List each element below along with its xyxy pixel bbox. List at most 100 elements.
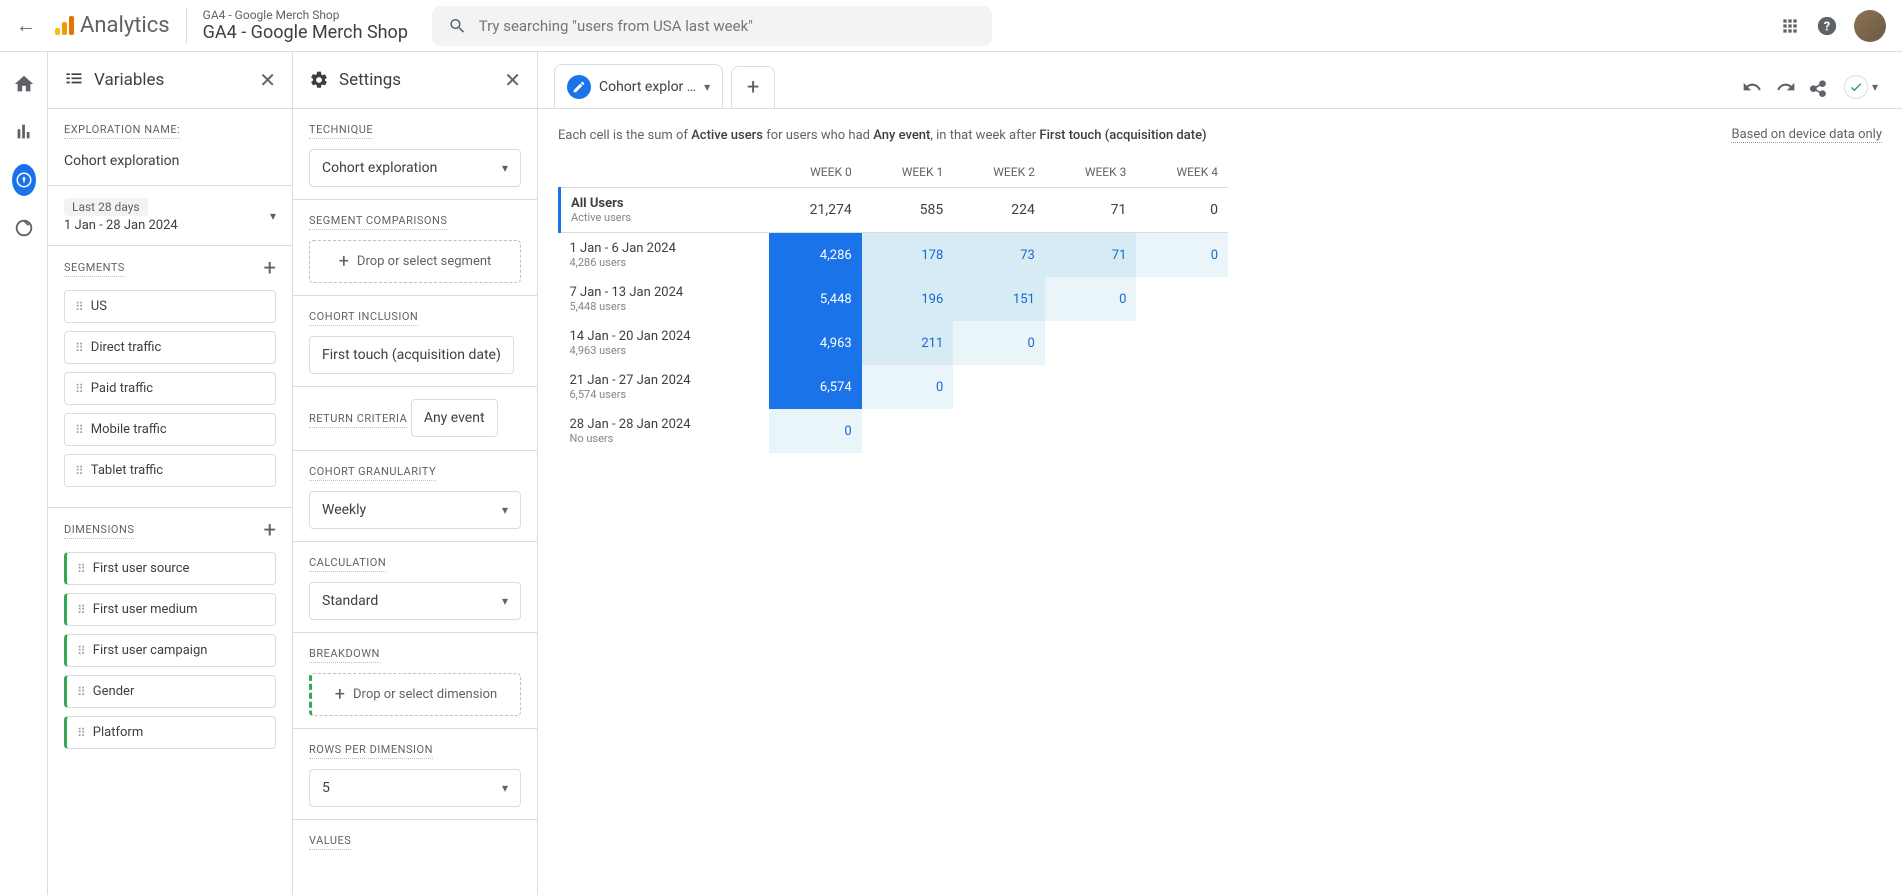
cohort-cell	[1136, 365, 1228, 409]
analytics-logo-icon	[52, 14, 76, 38]
table-row: 21 Jan - 27 Jan 20246,574 users6,5740	[560, 365, 1229, 409]
user-avatar[interactable]	[1854, 10, 1886, 42]
dimension-chip[interactable]: ⠿ First user medium	[64, 593, 276, 626]
drag-handle-icon: ⠿	[77, 644, 85, 658]
technique-select[interactable]: Cohort exploration ▾	[309, 149, 521, 187]
granularity-select[interactable]: Weekly ▾	[309, 491, 521, 529]
dimension-chip[interactable]: ⠿ First user campaign	[64, 634, 276, 667]
row-title: 14 Jan - 20 Jan 2024	[570, 329, 760, 344]
segment-chip-label: Direct traffic	[91, 340, 162, 355]
table-row: 14 Jan - 20 Jan 20244,963 users4,9632110	[560, 321, 1229, 365]
chevron-down-icon: ▾	[502, 781, 508, 795]
row-sub: 4,286 users	[570, 256, 760, 269]
cohort-inclusion-value[interactable]: First touch (acquisition date)	[309, 336, 514, 374]
cohort-cell	[953, 365, 1045, 409]
drag-handle-icon: ⠿	[75, 341, 83, 355]
dimension-chip-label: First user medium	[93, 602, 198, 617]
close-variables-button[interactable]: ✕	[259, 68, 276, 92]
calculation-select[interactable]: Standard ▾	[309, 582, 521, 620]
variables-icon	[64, 70, 84, 90]
product-logo[interactable]: Analytics	[52, 13, 170, 38]
share-icon[interactable]	[1810, 77, 1830, 97]
cohort-cell	[1136, 409, 1228, 453]
return-criteria-value[interactable]: Any event	[411, 399, 498, 437]
dimension-chip[interactable]: ⠿Gender	[64, 675, 276, 708]
header-actions: ?	[1780, 10, 1886, 42]
add-dimension-button[interactable]: +	[264, 520, 276, 542]
granularity-label: COHORT GRANULARITY	[309, 465, 436, 481]
nav-reports-icon[interactable]	[12, 120, 36, 144]
nav-advertising-icon[interactable]	[12, 216, 36, 240]
close-settings-button[interactable]: ✕	[504, 68, 521, 92]
exploration-name-input[interactable]: Cohort exploration	[64, 149, 276, 173]
status-ok-icon[interactable]	[1844, 75, 1868, 99]
property-selector[interactable]: GA4 - Google Merch Shop GA4 - Google Mer…	[186, 8, 408, 43]
chevron-down-icon: ▾	[270, 209, 276, 223]
segment-comparisons-label: SEGMENT COMPARISONS	[309, 214, 447, 230]
drag-handle-icon: ⠿	[77, 726, 85, 740]
row-title: 1 Jan - 6 Jan 2024	[570, 241, 760, 256]
pencil-icon	[567, 75, 591, 99]
segment-chip[interactable]: ⠿ Direct traffic	[64, 331, 276, 364]
cohort-cell: 196	[862, 277, 954, 321]
chevron-down-icon: ▾	[502, 161, 508, 175]
cohort-inclusion-label: COHORT INCLUSION	[309, 310, 418, 326]
granularity-value: Weekly	[322, 502, 366, 518]
cohort-table: WEEK 0WEEK 1WEEK 2WEEK 3WEEK 4 All Users…	[558, 157, 1228, 453]
nav-home-icon[interactable]	[12, 72, 36, 96]
rows-per-value: 5	[322, 780, 330, 796]
redo-icon[interactable]	[1776, 77, 1796, 97]
cohort-cell: 4,286	[769, 233, 861, 278]
main-canvas: Cohort explor … ▾ + ▾	[538, 52, 1902, 895]
settings-panel: Settings ✕ TECHNIQUE Cohort exploration …	[293, 52, 538, 895]
segment-drop-text: Drop or select segment	[357, 254, 491, 269]
apps-icon[interactable]	[1780, 16, 1800, 36]
table-header-empty	[560, 157, 770, 188]
drag-handle-icon: ⠿	[75, 382, 83, 396]
chevron-down-icon: ▾	[502, 503, 508, 517]
dimension-chip[interactable]: ⠿First user source	[64, 552, 276, 585]
drag-handle-icon: ⠿	[77, 685, 85, 699]
breakdown-label: BREAKDOWN	[309, 647, 380, 663]
add-tab-button[interactable]: +	[731, 66, 775, 108]
cohort-cell: 6,574	[769, 365, 861, 409]
summary-sub: Active users	[571, 211, 759, 224]
calculation-label: CALCULATION	[309, 556, 386, 572]
tab-cohort-exploration[interactable]: Cohort explor … ▾	[554, 64, 723, 109]
rows-per-select[interactable]: 5 ▾	[309, 769, 521, 807]
date-range-picker[interactable]: Last 28 days 1 Jan - 28 Jan 2024 ▾	[64, 198, 276, 233]
table-row: 7 Jan - 13 Jan 20245,448 users5,44819615…	[560, 277, 1229, 321]
back-arrow-icon[interactable]: ←	[16, 13, 36, 38]
nav-explore-icon[interactable]	[12, 168, 36, 192]
undo-icon[interactable]	[1742, 77, 1762, 97]
cohort-cell: 0	[1045, 277, 1137, 321]
cohort-caption: Each cell is the sum of Active users for…	[558, 128, 1207, 143]
tab-label: Cohort explor …	[599, 79, 696, 95]
segment-drop-zone[interactable]: + Drop or select segment	[309, 240, 521, 283]
cohort-cell: 73	[953, 233, 1045, 278]
dimension-chip-label: First user campaign	[93, 643, 208, 658]
gear-icon	[309, 70, 329, 90]
segment-chip[interactable]: ⠿Paid traffic	[64, 372, 276, 405]
row-title: 7 Jan - 13 Jan 2024	[570, 285, 760, 300]
cohort-cell: 0	[769, 409, 861, 453]
dimension-chip[interactable]: ⠿Platform	[64, 716, 276, 749]
segment-chip[interactable]: ⠿Tablet traffic	[64, 454, 276, 487]
segment-chip[interactable]: ⠿Mobile traffic	[64, 413, 276, 446]
add-segment-button[interactable]: +	[264, 258, 276, 280]
table-header-week: WEEK 1	[862, 157, 954, 188]
segment-chip-label: Tablet traffic	[91, 463, 163, 478]
help-icon[interactable]: ?	[1816, 15, 1838, 37]
chevron-down-icon[interactable]: ▾	[1872, 80, 1878, 94]
search-box[interactable]	[432, 6, 992, 46]
device-data-note[interactable]: Based on device data only	[1731, 127, 1882, 143]
search-icon	[448, 16, 467, 36]
variables-title-text: Variables	[94, 70, 164, 90]
drag-handle-icon: ⠿	[77, 603, 85, 617]
segment-chip[interactable]: ⠿US	[64, 290, 276, 323]
breakdown-drop-zone[interactable]: + Drop or select dimension	[309, 673, 521, 716]
search-input[interactable]	[479, 17, 976, 35]
canvas-toolbar: ▾	[1742, 75, 1886, 99]
cohort-cell	[862, 409, 954, 453]
table-row: 28 Jan - 28 Jan 2024No users0	[560, 409, 1229, 453]
